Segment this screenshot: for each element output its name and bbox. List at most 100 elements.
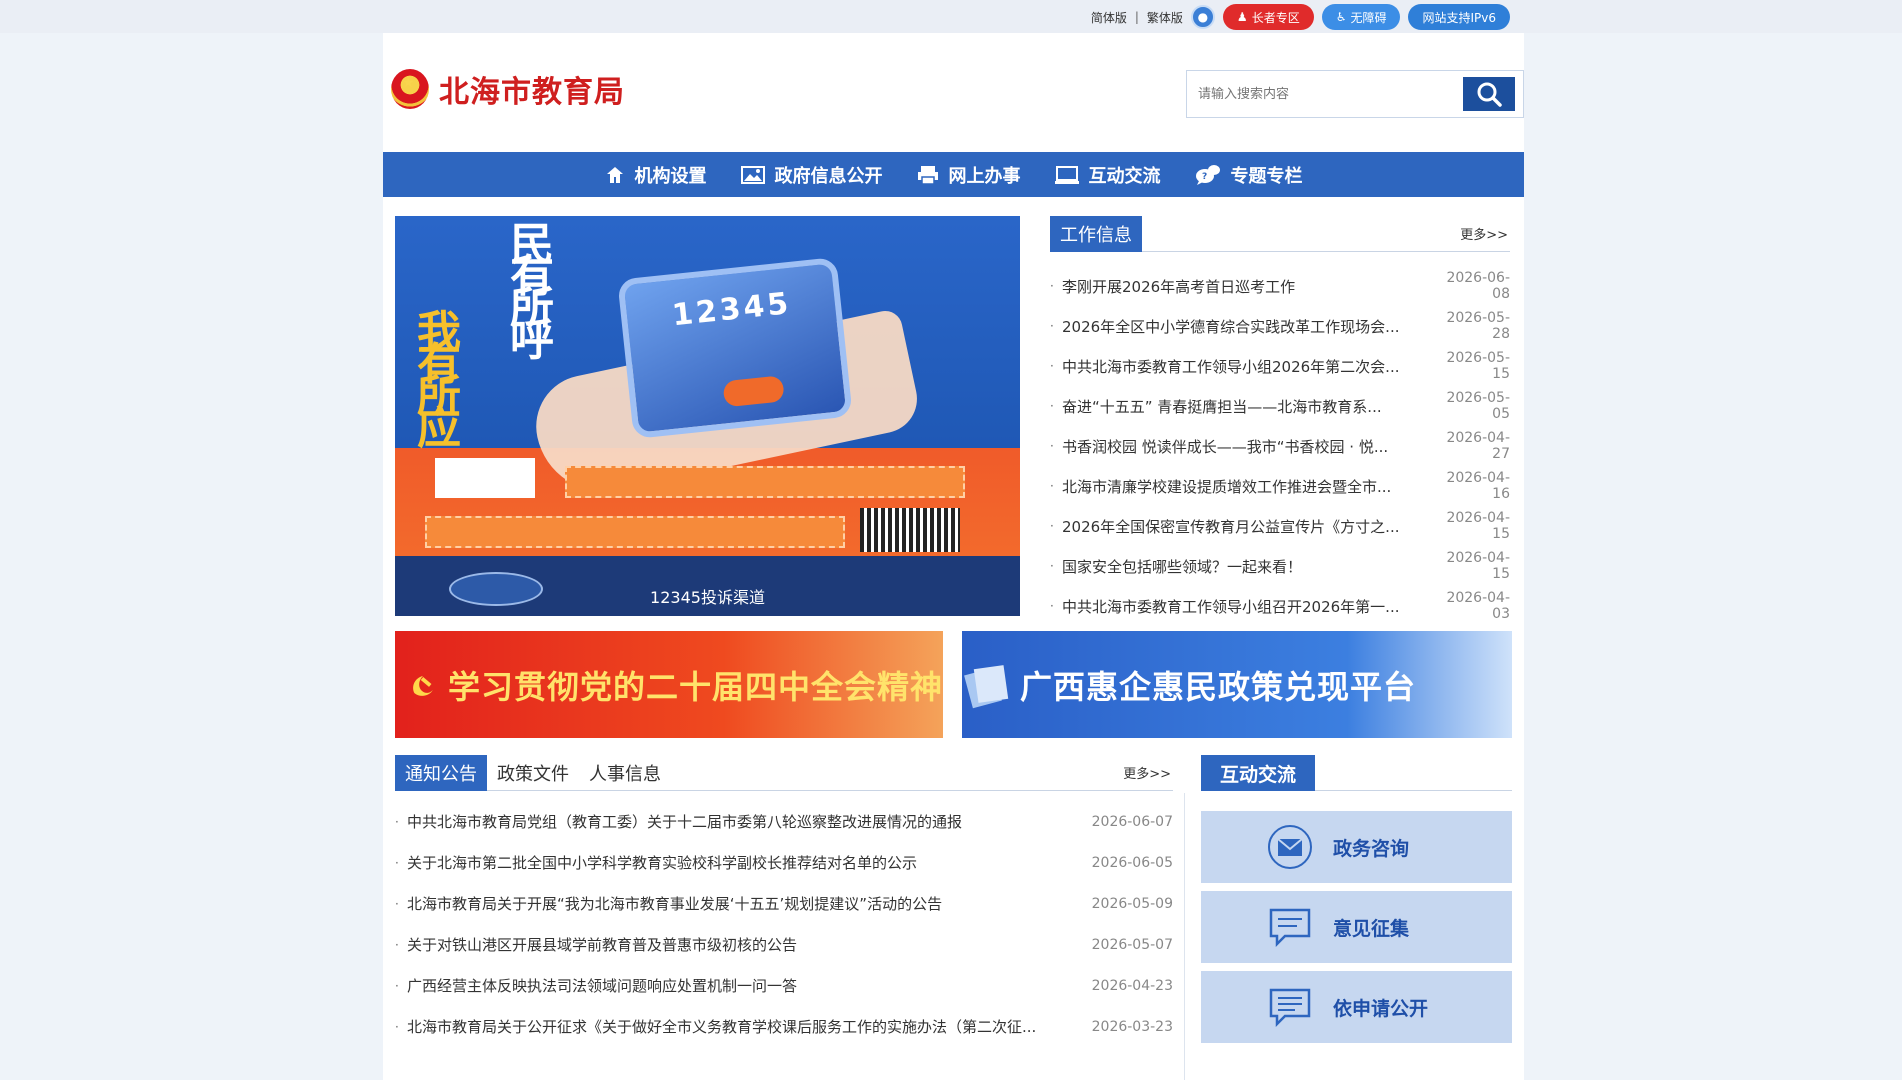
list-item-title[interactable]: 关于对铁山港区开展县域学前教育普及普惠市级初核的公告 xyxy=(407,934,1083,955)
list-item-title[interactable]: 奋进“十五五” 青春挺膺担当——北海市教育系... xyxy=(1062,396,1432,417)
opinion-collection-button[interactable]: 意见征集 xyxy=(1201,891,1512,963)
qr-code-image xyxy=(435,458,535,498)
work-info-more-link[interactable]: 更多>> xyxy=(1460,224,1508,243)
tab-personnel[interactable]: 人事信息 xyxy=(579,755,671,791)
list-item-date: 2026-06-08 xyxy=(1446,270,1510,302)
list-item[interactable]: · 广西经营主体反映执法司法领域问题响应处置机制一问一答 2026-04-23 xyxy=(395,965,1173,1006)
nav-item-label: 机构设置 xyxy=(634,165,707,187)
consultation-button[interactable]: 政务咨询 xyxy=(1201,811,1512,883)
elder-zone-button[interactable]: ♟ 长者专区 xyxy=(1222,4,1314,30)
list-item[interactable]: · 中共北海市教育局党组（教育工委）关于十二届市委第八轮巡察整改进展情况的通报 20… xyxy=(395,801,1173,842)
hero-banner[interactable]: 民 有 所 呼 我 有 所 应 12345 12345投诉渠道 xyxy=(395,216,1020,616)
nav-item-organization[interactable]: 机构设置 xyxy=(605,162,707,188)
bullet-icon: · xyxy=(1050,599,1054,613)
nav-item-interaction[interactable]: 互动交流 xyxy=(1054,162,1161,188)
barrier-free-label: 无障碍 xyxy=(1350,10,1387,25)
work-info-section: 工作信息 更多>> · 李刚开展2026年高考首日巡考工作 2026-06-08 · 2… xyxy=(1050,216,1510,626)
list-item-title[interactable]: 2026年全国保密宣传教育月公益宣传片《方寸之... xyxy=(1062,516,1432,537)
party-emblem-icon xyxy=(413,675,433,696)
bullet-icon: · xyxy=(1050,319,1054,333)
search-icon xyxy=(1477,82,1502,107)
list-item[interactable]: · 中共北海市委教育工作领导小组2026年第二次会... 2026-05-15 xyxy=(1050,346,1510,386)
nav-item-label: 专题专栏 xyxy=(1230,165,1303,187)
list-item-title[interactable]: 中共北海市委教育工作领导小组2026年第二次会... xyxy=(1062,356,1432,377)
search-button[interactable] xyxy=(1463,77,1515,111)
list-item-title[interactable]: 北海市清廉学校建设提质增效工作推进会暨全市... xyxy=(1062,476,1432,497)
interaction-header: 互动交流 xyxy=(1201,755,1512,791)
section-divider xyxy=(1184,793,1185,1080)
ipv6-label: 网站支持IPv6 xyxy=(1422,10,1496,25)
main-nav: 机构设置 政府信息公开 网上办事 互动交流 ? 专题专栏 xyxy=(383,152,1524,197)
elder-person-icon: ♟ xyxy=(1236,10,1248,24)
list-item-title[interactable]: 国家安全包括哪些领域？一起来看！ xyxy=(1062,556,1432,577)
bullet-icon: · xyxy=(1050,399,1054,413)
opinion-collection-label: 意见征集 xyxy=(1333,917,1410,940)
list-item[interactable]: · 李刚开展2026年高考首日巡考工作 2026-06-08 xyxy=(1050,266,1510,306)
list-item-title[interactable]: 书香润校园 悦读伴成长——我市“书香校园 · 悦... xyxy=(1062,436,1432,457)
bullet-icon: · xyxy=(1050,439,1054,453)
nav-item-gov-info[interactable]: 政府信息公开 xyxy=(740,162,883,188)
work-info-title[interactable]: 工作信息 xyxy=(1050,216,1142,252)
list-item[interactable]: · 国家安全包括哪些领域？一起来看！ 2026-04-15 xyxy=(1050,546,1510,586)
interaction-section: 互动交流 政务咨询 意见征集 依申请公开 xyxy=(1201,755,1512,1043)
national-emblem-icon xyxy=(391,69,429,109)
bullet-icon: · xyxy=(1050,519,1054,533)
bullet-icon: · xyxy=(395,1019,399,1034)
banner-footer: 12345投诉渠道 xyxy=(395,560,1020,616)
list-item[interactable]: · 2026年全国保密宣传教育月公益宣传片《方寸之... 2026-04-15 xyxy=(1050,506,1510,546)
list-item[interactable]: · 中共北海市委教育工作领导小组召开2026年第一... 2026-04-03 xyxy=(1050,586,1510,626)
svg-text:?: ? xyxy=(1202,172,1207,182)
search-input[interactable] xyxy=(1187,71,1463,117)
top-bar: 简体版 | 繁体版 ● ♟ 长者专区 ♿ 无障碍 网站支持IPv6 xyxy=(0,0,1902,33)
apply-disclosure-button[interactable]: 依申请公开 xyxy=(1201,971,1512,1043)
barrier-free-button[interactable]: ♿ 无障碍 xyxy=(1321,4,1401,30)
list-item-title[interactable]: 广西经营主体反映执法司法领域问题响应处置机制一问一答 xyxy=(407,975,1083,996)
list-item-title[interactable]: 中共北海市委教育工作领导小组召开2026年第一... xyxy=(1062,596,1432,617)
tab-policy[interactable]: 政策文件 xyxy=(487,755,579,791)
list-item[interactable]: · 北海市清廉学校建设提质增效工作推进会暨全市... 2026-04-16 xyxy=(1050,466,1510,506)
accessibility-globe-icon[interactable]: ● xyxy=(1190,5,1215,29)
simplified-link[interactable]: 简体版 xyxy=(1091,9,1127,26)
envelope-icon xyxy=(1268,825,1312,869)
promo-banner-policy[interactable]: 广西惠企惠民政策兑现平台 xyxy=(962,631,1512,738)
nav-item-label: 政府信息公开 xyxy=(774,165,883,187)
nav-item-online-service[interactable]: 网上办事 xyxy=(917,162,1021,188)
tab-notice[interactable]: 通知公告 xyxy=(395,755,487,791)
list-item-title[interactable]: 北海市教育局关于公开征求《关于做好全市义务教育学校课后服务工作的实施办法（第二次… xyxy=(407,1016,1083,1037)
list-item[interactable]: · 北海市教育局关于公开征求《关于做好全市义务教育学校课后服务工作的实施办法（第二… xyxy=(395,1006,1173,1047)
notice-tabs: 通知公告 政策文件 人事信息 更多>> xyxy=(395,755,1173,791)
nav-item-special-topics[interactable]: ? 专题专栏 xyxy=(1195,162,1303,188)
wheelchair-icon: ♿ xyxy=(1335,10,1347,24)
list-item[interactable]: · 关于北海市第二批全国中小学科学教育实验校科学副校长推荐结对名单的公示 2026-… xyxy=(395,842,1173,883)
list-item-date: 2026-05-09 xyxy=(1091,895,1173,912)
bullet-icon: · xyxy=(1050,559,1054,573)
site-logo[interactable]: 北海市教育局 xyxy=(391,67,625,111)
list-item[interactable]: · 书香润校园 悦读伴成长——我市“书香校园 · 悦... 2026-04-27 xyxy=(1050,426,1510,466)
hotline-number: 12345 xyxy=(670,285,793,334)
list-item-date: 2026-04-03 xyxy=(1446,590,1510,622)
list-item-title[interactable]: 2026年全区中小学德育综合实践改革工作现场会... xyxy=(1062,316,1432,337)
list-item-title[interactable]: 关于北海市第二批全国中小学科学教育实验校科学副校长推荐结对名单的公示 xyxy=(407,852,1083,873)
chat-bubble-icon: ? xyxy=(1195,164,1220,185)
ipv6-badge[interactable]: 网站支持IPv6 xyxy=(1408,4,1510,30)
list-item-title[interactable]: 中共北海市教育局党组（教育工委）关于十二届市委第八轮巡察整改进展情况的通报 xyxy=(407,811,1083,832)
list-item-date: 2026-03-23 xyxy=(1091,1018,1173,1035)
bullet-icon: · xyxy=(395,814,399,829)
interaction-title: 互动交流 xyxy=(1201,755,1316,791)
promo-banner-plenary[interactable]: 学习贯彻党的二十届四中全会精神 xyxy=(395,631,943,738)
list-item[interactable]: · 北海市教育局关于开展“我为北海市教育事业发展‘十五五’规划提建议”活动的公告 2… xyxy=(395,883,1173,924)
list-item[interactable]: · 关于对铁山港区开展县域学前教育普及普惠市级初核的公告 2026-05-07 xyxy=(395,924,1173,965)
list-item-title[interactable]: 北海市教育局关于开展“我为北海市教育事业发展‘十五五’规划提建议”活动的公告 xyxy=(407,893,1083,914)
list-item-date: 2026-04-27 xyxy=(1446,430,1510,462)
list-item[interactable]: · 2026年全区中小学德育综合实践改革工作现场会... 2026-05-28 xyxy=(1050,306,1510,346)
list-item-date: 2026-05-07 xyxy=(1091,936,1173,953)
bullet-icon: · xyxy=(395,855,399,870)
search-box xyxy=(1186,70,1524,118)
work-info-list: · 李刚开展2026年高考首日巡考工作 2026-06-08 · 2026年全区中小学德… xyxy=(1050,266,1510,626)
banner-strip xyxy=(565,466,965,498)
traditional-link[interactable]: 繁体版 xyxy=(1147,9,1183,26)
list-item[interactable]: · 奋进“十五五” 青春挺膺担当——北海市教育系... 2026-05-05 xyxy=(1050,386,1510,426)
bullet-icon: · xyxy=(1050,279,1054,293)
list-item-title[interactable]: 李刚开展2026年高考首日巡考工作 xyxy=(1062,276,1432,297)
notice-more-link[interactable]: 更多>> xyxy=(1123,763,1171,782)
